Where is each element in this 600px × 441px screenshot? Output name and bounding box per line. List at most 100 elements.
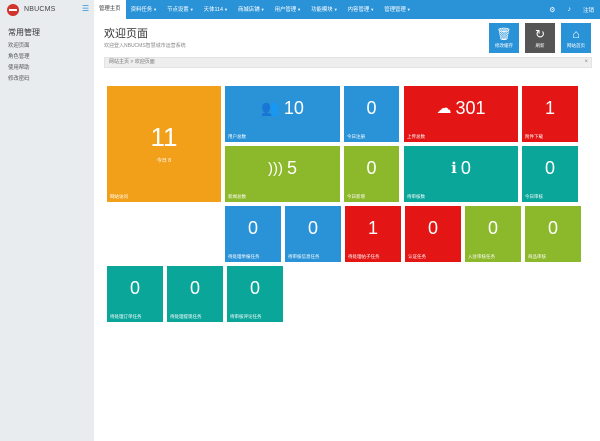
caret-down-icon: ▼ [224, 7, 229, 12]
nav-item-4[interactable]: 商城店铺▼ [233, 0, 270, 19]
tile-today-users[interactable]: 0 今日注册 [344, 86, 399, 142]
tile-label: 待审核数 [407, 194, 425, 199]
nav-item-7[interactable]: 内容管理▼ [343, 0, 380, 19]
tile-value: 5 [286, 158, 297, 178]
site-home-button[interactable]: ⌂ 网站首页 [561, 23, 591, 53]
trash-icon: 🗑 [496, 27, 512, 41]
button-label: 修改缓存 [495, 43, 513, 48]
tile-label: 上传总数 [407, 134, 425, 139]
tile-downloads[interactable]: 1 附件下载 [522, 86, 578, 142]
tile-users[interactable]: 👥 10 用户总数 [225, 86, 340, 142]
tile-subvalue: 今日 8 [156, 158, 172, 164]
tile-uploads[interactable]: ☁ 301 上传总数 [404, 86, 518, 142]
sidebar-item-password[interactable]: 修改密码 [8, 74, 30, 85]
caret-down-icon: ▼ [189, 7, 194, 12]
breadcrumb-text[interactable]: 网站主页 > 欢迎页面 [109, 59, 155, 65]
tile-value: 10 [283, 98, 304, 118]
tile-value: 1 [367, 218, 378, 238]
cloud-upload-icon: ☁ [436, 100, 452, 117]
info-icon: ℹ [451, 160, 457, 177]
tile-label: 待处理提现任务 [170, 314, 202, 319]
tile-pending-posts[interactable]: 1 待处理帖子任务 [345, 206, 401, 262]
page-title: 欢迎页面 [104, 28, 148, 40]
tile-label: 待处理举报任务 [228, 254, 260, 259]
tile-product-review[interactable]: 0 商品审核 [525, 206, 581, 262]
gear-icon[interactable]: ⚙ [549, 6, 555, 14]
brand[interactable]: NBUCMS ☰ [0, 0, 94, 19]
nav-item-3[interactable]: 天体114▼ [199, 0, 233, 19]
bell-icon[interactable]: ♪ [567, 6, 571, 13]
nav-item-2[interactable]: 节点设置▼ [162, 0, 199, 19]
nav-label: 资料任务 [130, 7, 153, 13]
caret-down-icon: ▼ [153, 7, 158, 12]
nav-item-5[interactable]: 用户管理▼ [270, 0, 307, 19]
tile-pending-withdrawals[interactable]: 0 待处理提现任务 [167, 266, 223, 322]
refresh-icon: ↻ [534, 27, 546, 41]
tile-pending-info[interactable]: 0 待审核信息任务 [285, 206, 341, 262]
tile-value: 0 [189, 278, 200, 298]
tile-value-row: 👥 10 [225, 98, 340, 119]
tile-label: 新闻总数 [228, 194, 246, 199]
tile-label: 入驻审核任务 [468, 254, 495, 259]
tile-pending-comments[interactable]: 0 待审核评论任务 [227, 266, 283, 322]
sidebar-item-help[interactable]: 使用帮助 [8, 63, 30, 74]
close-icon[interactable]: × [584, 58, 588, 67]
brand-name: NBUCMS [24, 6, 56, 13]
tile-news[interactable]: ))) 5 新闻总数 [225, 146, 340, 202]
caret-down-icon: ▼ [406, 7, 411, 12]
tile-label: 待审核信息任务 [288, 254, 320, 259]
caret-down-icon: ▼ [370, 7, 375, 12]
nav-item-1[interactable]: 资料任务▼ [126, 0, 163, 19]
tile-value: 1 [544, 98, 555, 118]
tile-value: 0 [307, 218, 318, 238]
tile-value: 0 [249, 278, 260, 298]
tile-certification[interactable]: 0 认证任务 [405, 206, 461, 262]
tile-value: 0 [129, 278, 140, 298]
nav-item-home[interactable]: 管理主页 [94, 0, 126, 19]
sidebar-list: 欢迎页面 角色管理 使用帮助 修改密码 [8, 41, 30, 85]
tile-pending-orders[interactable]: 0 待处理订单任务 [107, 266, 163, 322]
caret-down-icon: ▼ [297, 7, 302, 12]
tile-label: 网站访问 [110, 194, 128, 199]
tile-pending-reports[interactable]: 0 待处理举报任务 [225, 206, 281, 262]
tile-label: 待处理帖子任务 [348, 254, 380, 259]
tile-label: 今日审核 [525, 194, 543, 199]
refresh-button[interactable]: ↻ 刷新 [525, 23, 555, 53]
nav-label: 用户管理 [274, 7, 297, 13]
sidebar-title: 常用管理 [8, 28, 40, 37]
tile-label: 认证任务 [408, 254, 426, 259]
menu-toggle-icon[interactable]: ☰ [82, 4, 90, 14]
logout-link[interactable]: 注销 [583, 6, 594, 14]
sidebar: 常用管理 欢迎页面 角色管理 使用帮助 修改密码 [0, 19, 94, 441]
tile-label: 今日新增 [347, 194, 365, 199]
nav-label: 管理管理 [384, 7, 406, 13]
caret-down-icon: ▼ [333, 7, 338, 12]
nav-label: 内容管理 [347, 7, 370, 13]
tile-today-news[interactable]: 0 今日新增 [344, 146, 399, 202]
tile-value: 0 [544, 158, 555, 178]
nav-item-6[interactable]: 功能模块▼ [306, 0, 343, 19]
clear-cache-button[interactable]: 🗑 修改缓存 [489, 23, 519, 53]
main-nav: 管理主页 资料任务▼ 节点设置▼ 天体114▼ 商城店铺▼ 用户管理▼ 功能模块… [94, 0, 416, 19]
tile-value: 301 [455, 98, 486, 118]
tile-today-review[interactable]: 0 今日审核 [522, 146, 578, 202]
nav-label: 商城店铺 [238, 7, 260, 13]
sidebar-item-roles[interactable]: 角色管理 [8, 52, 30, 63]
tile-label: 今日注册 [347, 134, 365, 139]
tile-value: 0 [487, 218, 498, 238]
tile-entry-review[interactable]: 0 入驻审核任务 [465, 206, 521, 262]
tile-value-row: ℹ0 [404, 158, 518, 179]
users-icon: 👥 [261, 100, 280, 117]
tile-label: 待审核评论任务 [230, 314, 262, 319]
tile-value: 0 [366, 158, 377, 178]
tile-label: 用户总数 [228, 134, 246, 139]
sidebar-item-welcome[interactable]: 欢迎页面 [8, 41, 30, 52]
button-label: 网站首页 [567, 43, 585, 48]
tile-label: 待处理订单任务 [110, 314, 142, 319]
tile-label: 商品审核 [528, 254, 546, 259]
tile-pending-review[interactable]: ℹ0 待审核数 [404, 146, 518, 202]
tile-site-visits[interactable]: 11 今日 8 网站访问 [107, 86, 221, 202]
nav-item-8[interactable]: 管理管理▼ [379, 0, 416, 19]
tile-value: 0 [547, 218, 558, 238]
nav-label: 管理主页 [99, 6, 121, 12]
